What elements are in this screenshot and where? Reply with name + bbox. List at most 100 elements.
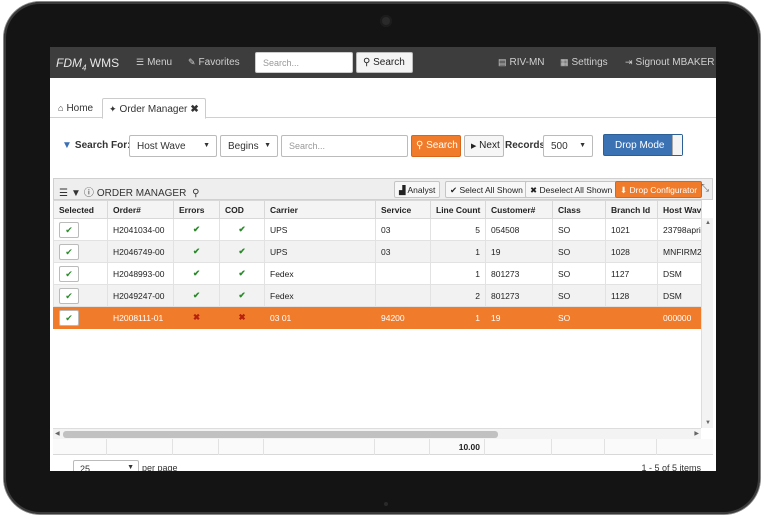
horizontal-scroll-thumb[interactable] bbox=[63, 431, 498, 438]
filter-icon[interactable]: ▼ bbox=[71, 188, 81, 199]
records-value: 500 bbox=[551, 141, 568, 152]
cell-carrier: UPS bbox=[264, 218, 376, 241]
col-customer[interactable]: Customer# bbox=[485, 200, 553, 219]
scroll-up-icon[interactable]: ▲ bbox=[705, 220, 711, 226]
col-selected[interactable]: Selected bbox=[53, 200, 108, 219]
records-label: Records: bbox=[505, 140, 549, 151]
top-navbar: FDM4 WMS ☰ Menu ✎ Favorites Search... ⚲ Se… bbox=[50, 47, 716, 78]
close-icon[interactable]: ✖ bbox=[190, 104, 198, 115]
col-service[interactable]: Service bbox=[375, 200, 431, 219]
cell-customer: 054508 bbox=[485, 218, 553, 241]
company-selector[interactable]: ▤ RIV-MN bbox=[498, 57, 545, 68]
col-errors[interactable]: Errors bbox=[173, 200, 220, 219]
hamburger-icon[interactable]: ☰ bbox=[59, 188, 68, 199]
cell-service: 03 bbox=[375, 218, 431, 241]
search-operator-select[interactable]: Begins ▼ bbox=[220, 135, 278, 157]
tab-home[interactable]: ⌂ Home bbox=[52, 98, 100, 119]
cell-host-wave: DSM bbox=[657, 284, 702, 307]
brand-name: FDM bbox=[56, 56, 82, 70]
row-select-checkbox[interactable]: ✔ bbox=[59, 243, 79, 260]
toggle-knob bbox=[672, 135, 682, 155]
cell-customer: 19 bbox=[485, 240, 553, 263]
row-select-cell: ✔ bbox=[53, 262, 108, 285]
cell-service bbox=[375, 262, 431, 285]
select-all-button[interactable]: ✔ Select All Shown bbox=[445, 181, 528, 198]
home-icon: ⌂ bbox=[58, 103, 64, 113]
row-select-checkbox[interactable]: ✔ bbox=[59, 265, 79, 282]
drop-configurator-label: Drop Configurator bbox=[629, 185, 698, 195]
cell-class: SO bbox=[552, 262, 606, 285]
next-button[interactable]: ▶ Next bbox=[464, 135, 504, 157]
hamburger-icon: ☰ bbox=[136, 57, 145, 67]
cell-line-count: 2 bbox=[430, 284, 486, 307]
row-select-cell: ✔ bbox=[53, 284, 108, 307]
col-order[interactable]: Order# bbox=[107, 200, 174, 219]
settings-button[interactable]: ▦ Settings bbox=[560, 57, 608, 68]
grid-toolbar: ☰ ▼ ⓘ ORDER MANAGER ⚲ ▟ Analyst ✔ Select Al… bbox=[53, 178, 713, 200]
scroll-right-icon[interactable]: ▶ bbox=[694, 430, 699, 437]
info-icon[interactable]: ⓘ bbox=[84, 188, 94, 199]
table-row[interactable]: ✔ H2008111-01 ✖ ✖ 03 01 94200 1 19 SO 000000 bbox=[53, 306, 702, 329]
row-select-checkbox[interactable]: ✔ bbox=[59, 221, 79, 238]
cell-order: H2048993-00 bbox=[107, 262, 174, 285]
grid-title-text: ORDER MANAGER bbox=[96, 188, 187, 199]
col-cod[interactable]: COD bbox=[219, 200, 265, 219]
chevron-down-icon: ▼ bbox=[579, 142, 586, 149]
col-line-count[interactable]: Line Count bbox=[430, 200, 486, 219]
summary-row: 10.00 bbox=[53, 439, 713, 455]
cell-branch: 1028 bbox=[605, 240, 658, 263]
page-size-select[interactable]: 25 ▼ bbox=[73, 460, 139, 471]
col-branch[interactable]: Branch Id bbox=[605, 200, 658, 219]
search-field-select[interactable]: Host Wave ▼ bbox=[129, 135, 217, 157]
col-carrier[interactable]: Carrier bbox=[264, 200, 376, 219]
cell-customer: 801273 bbox=[485, 262, 553, 285]
records-select[interactable]: 500 ▼ bbox=[543, 135, 593, 157]
brand-logo[interactable]: FDM4 WMS bbox=[56, 56, 119, 72]
cell-carrier: Fedex bbox=[264, 262, 376, 285]
drop-configurator-button[interactable]: ⬇ Drop Configurator bbox=[615, 181, 703, 198]
global-search-button[interactable]: ⚲ Search bbox=[356, 52, 413, 73]
search-button[interactable]: ⚲ Search bbox=[411, 135, 461, 157]
chevron-down-icon: ▼ bbox=[127, 464, 134, 471]
horizontal-scrollbar[interactable]: ◀ ▶ bbox=[53, 428, 701, 439]
deselect-all-button[interactable]: ✖ Deselect All Shown bbox=[525, 181, 618, 198]
table-row[interactable]: ✔ H2048993-00 ✔ ✔ Fedex 1 801273 SO 1127 DSM bbox=[53, 262, 702, 285]
deselect-all-label: Deselect All Shown bbox=[539, 185, 613, 195]
menu-label: Menu bbox=[147, 57, 173, 68]
grid-icon: ▦ bbox=[560, 57, 569, 67]
cell-line-count: 1 bbox=[430, 306, 486, 329]
cell-host-wave: DSM bbox=[657, 262, 702, 285]
table-row[interactable]: ✔ H2049247-00 ✔ ✔ Fedex 2 801273 SO 1128 DSM bbox=[53, 284, 702, 307]
row-select-checkbox[interactable]: ✔ bbox=[59, 287, 79, 304]
search-value-input[interactable]: Search... bbox=[281, 135, 408, 157]
table-body: ✔ H2041034-00 ✔ ✔ UPS 03 5 054508 SO 1021 23798apr… bbox=[53, 218, 702, 329]
vertical-scrollbar[interactable]: ▲ ▼ bbox=[701, 218, 713, 428]
check-icon: ✔ bbox=[219, 218, 265, 241]
scroll-down-icon[interactable]: ▼ bbox=[705, 420, 711, 426]
tab-order-manager[interactable]: ✦ Order Manager ✖ bbox=[102, 98, 206, 119]
scroll-left-icon[interactable]: ◀ bbox=[55, 430, 60, 437]
drop-mode-toggle[interactable]: Drop Mode bbox=[603, 134, 683, 156]
table-row[interactable]: ✔ H2046749-00 ✔ ✔ UPS 03 1 19 SO 1028 MNFIRM2 bbox=[53, 240, 702, 263]
cell-class: SO bbox=[552, 306, 606, 329]
global-search-input[interactable]: Search... bbox=[255, 52, 353, 73]
cell-service: 03 bbox=[375, 240, 431, 263]
menu-button[interactable]: ☰ Menu bbox=[136, 57, 172, 68]
row-select-cell: ✔ bbox=[53, 306, 108, 329]
favorites-button[interactable]: ✎ Favorites bbox=[188, 57, 240, 68]
search-button-label: Search bbox=[426, 140, 458, 151]
check-icon: ✔ bbox=[219, 240, 265, 263]
signout-button[interactable]: ⇥ Signout MBAKER bbox=[625, 57, 714, 68]
search-icon[interactable]: ⚲ bbox=[192, 188, 199, 199]
grid-title: ☰ ▼ ⓘ ORDER MANAGER ⚲ bbox=[59, 184, 202, 199]
error-x-icon: ✖ bbox=[219, 306, 265, 329]
table-row[interactable]: ✔ H2041034-00 ✔ ✔ UPS 03 5 054508 SO 1021 23798apr… bbox=[53, 218, 702, 241]
col-class[interactable]: Class bbox=[552, 200, 606, 219]
col-host-wave[interactable]: Host Wave bbox=[657, 200, 702, 219]
search-operator-value: Begins bbox=[228, 141, 259, 152]
pin-icon: ✎ bbox=[188, 57, 196, 67]
row-select-checkbox[interactable]: ✔ bbox=[59, 309, 79, 326]
analyst-button[interactable]: ▟ Analyst bbox=[394, 181, 441, 198]
collapse-icon[interactable]: ⤡ bbox=[701, 183, 709, 194]
analyst-label: Analyst bbox=[407, 185, 436, 195]
